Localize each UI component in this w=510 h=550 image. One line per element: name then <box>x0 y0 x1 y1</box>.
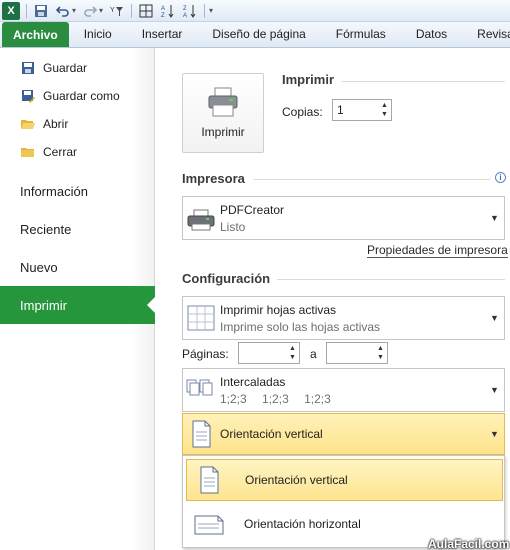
tab-formulas[interactable]: Fórmulas <box>321 21 401 47</box>
svg-text:Z: Z <box>183 6 187 12</box>
print-what-title: Imprimir hojas activas <box>220 302 337 317</box>
tab-revisar[interactable]: Revisar <box>462 21 510 47</box>
collate-sequence: 1;2;3 <box>220 391 247 406</box>
printer-icon <box>207 87 239 117</box>
sidebar-item-nuevo[interactable]: Nuevo <box>0 248 154 286</box>
pages-to-spinner[interactable]: ▲ ▼ <box>326 342 388 364</box>
excel-logo[interactable]: X <box>2 1 20 20</box>
printer-dropdown[interactable]: PDFCreator Listo ▼ <box>182 196 505 240</box>
sidebar-item-imprimir[interactable]: Imprimir <box>0 286 156 324</box>
print-what-subtitle: Imprime solo las hojas activas <box>220 319 381 334</box>
sidebar-item-label: Guardar como <box>43 89 120 103</box>
tab-diseno-de-pagina[interactable]: Diseño de página <box>197 21 320 47</box>
print-pane: Imprimir Imprimir Copias: 1 ▲ ▼ Impresora… <box>155 48 510 550</box>
print-button-label: Imprimir <box>201 125 245 139</box>
pages-label: Páginas: <box>182 347 229 361</box>
copies-value: 1 <box>337 103 344 117</box>
redo-icon[interactable] <box>82 3 98 19</box>
printer-status: Listo <box>220 219 246 234</box>
sidebar-item-label: Guardar <box>43 61 88 75</box>
collate-dropdown[interactable]: Intercaladas 1;2;3 1;2;3 1;2;3 ▼ <box>182 368 505 412</box>
sidebar-item-label: Cerrar <box>43 145 78 159</box>
pages-from-spinner[interactable]: ▲ ▼ <box>238 342 300 364</box>
spin-down-icon[interactable]: ▼ <box>289 353 296 362</box>
borders-icon[interactable] <box>138 3 154 19</box>
settings-heading: Configuración <box>182 271 271 286</box>
collate-sequence: 1;2;3 <box>304 391 331 406</box>
filter-icon[interactable]: Y <box>109 3 125 19</box>
printer-small-icon <box>187 209 215 231</box>
orientation-option-label: Orientación horizontal <box>244 517 361 531</box>
print-what-dropdown[interactable]: Imprimir hojas activas Imprime solo las … <box>182 296 505 340</box>
orientation-option-label: Orientación vertical <box>245 473 348 487</box>
chevron-down-icon: ▼ <box>490 313 499 323</box>
svg-text:Z: Z <box>161 13 165 18</box>
portrait-page-icon <box>200 466 219 494</box>
heading-rule <box>254 179 490 180</box>
portrait-page-icon <box>192 420 211 448</box>
close-folder-icon <box>20 144 36 160</box>
sort-desc-icon[interactable]: ZA <box>182 3 198 19</box>
print-button[interactable]: Imprimir <box>182 73 264 153</box>
sidebar-item-informacion[interactable]: Información <box>0 172 154 210</box>
save-as-icon <box>20 88 36 104</box>
backstage-sidebar: Guardar Guardar como Abrir Cerrar Inform… <box>0 48 156 550</box>
orientation-dropdown[interactable]: Orientación vertical ▼ <box>182 413 505 455</box>
spin-down-icon[interactable]: ▼ <box>381 110 388 119</box>
printer-properties-link[interactable]: Propiedades de impresora <box>367 244 508 258</box>
info-icon[interactable]: i <box>495 172 506 183</box>
tab-datos[interactable]: Datos <box>401 21 462 47</box>
svg-text:A: A <box>183 13 187 18</box>
spin-down-icon[interactable]: ▼ <box>377 353 384 362</box>
sidebar-item-reciente[interactable]: Reciente <box>0 210 154 248</box>
sidebar-item-guardar[interactable]: Guardar <box>0 54 154 82</box>
sidebar-item-abrir[interactable]: Abrir <box>0 110 154 138</box>
orientation-option-vertical[interactable]: Orientación vertical <box>186 459 503 501</box>
tab-archivo[interactable]: Archivo <box>2 22 69 47</box>
redo-dropdown-icon[interactable]: ▾ <box>99 6 103 15</box>
collated-pages-icon <box>186 379 213 396</box>
svg-text:A: A <box>161 6 165 12</box>
save-icon <box>20 60 36 76</box>
collate-title: Intercaladas <box>220 374 286 389</box>
undo-dropdown-icon[interactable]: ▾ <box>72 6 76 15</box>
svg-text:Y: Y <box>110 7 115 14</box>
watermark: AulaFacil.com <box>428 537 510 550</box>
pages-to-label: a <box>310 347 317 361</box>
customize-icon[interactable]: ▾ <box>209 6 213 15</box>
undo-icon[interactable] <box>55 3 71 19</box>
landscape-page-icon <box>194 515 224 535</box>
sidebar-item-label: Abrir <box>43 117 69 131</box>
copies-label: Copias: <box>282 105 323 119</box>
tab-inicio[interactable]: Inicio <box>69 21 127 47</box>
ribbon-tabs: Archivo Inicio Insertar Diseño de página… <box>0 22 510 48</box>
heading-rule <box>342 81 505 82</box>
print-heading: Imprimir <box>282 72 335 87</box>
spin-up-icon[interactable]: ▲ <box>289 344 296 353</box>
open-folder-icon <box>20 116 36 132</box>
quick-access-toolbar: X ▾ ▾ Y AZ ZA ▾ <box>0 0 510 22</box>
orientation-menu: Orientación vertical Orientación horizon… <box>182 455 505 548</box>
toolbar-divider <box>131 3 133 18</box>
printer-name: PDFCreator <box>220 202 285 217</box>
printer-heading: Impresora <box>182 171 245 186</box>
orientation-selected: Orientación vertical <box>220 427 323 441</box>
heading-rule <box>277 279 505 280</box>
toolbar-divider <box>204 3 206 18</box>
save-icon[interactable] <box>33 3 49 19</box>
spin-up-icon[interactable]: ▲ <box>381 101 388 110</box>
sort-asc-icon[interactable]: AZ <box>160 3 176 19</box>
chevron-down-icon: ▼ <box>490 429 499 439</box>
chevron-down-icon: ▼ <box>490 385 499 395</box>
tab-insertar[interactable]: Insertar <box>127 21 198 47</box>
spin-up-icon[interactable]: ▲ <box>377 344 384 353</box>
sidebar-item-guardar-como[interactable]: Guardar como <box>0 82 154 110</box>
copies-spinner[interactable]: 1 ▲ ▼ <box>332 99 392 121</box>
active-sheets-icon <box>187 305 215 331</box>
sidebar-item-cerrar[interactable]: Cerrar <box>0 138 154 166</box>
collate-sequence: 1;2;3 <box>262 391 289 406</box>
toolbar-divider <box>26 3 27 18</box>
chevron-down-icon: ▼ <box>490 213 499 223</box>
